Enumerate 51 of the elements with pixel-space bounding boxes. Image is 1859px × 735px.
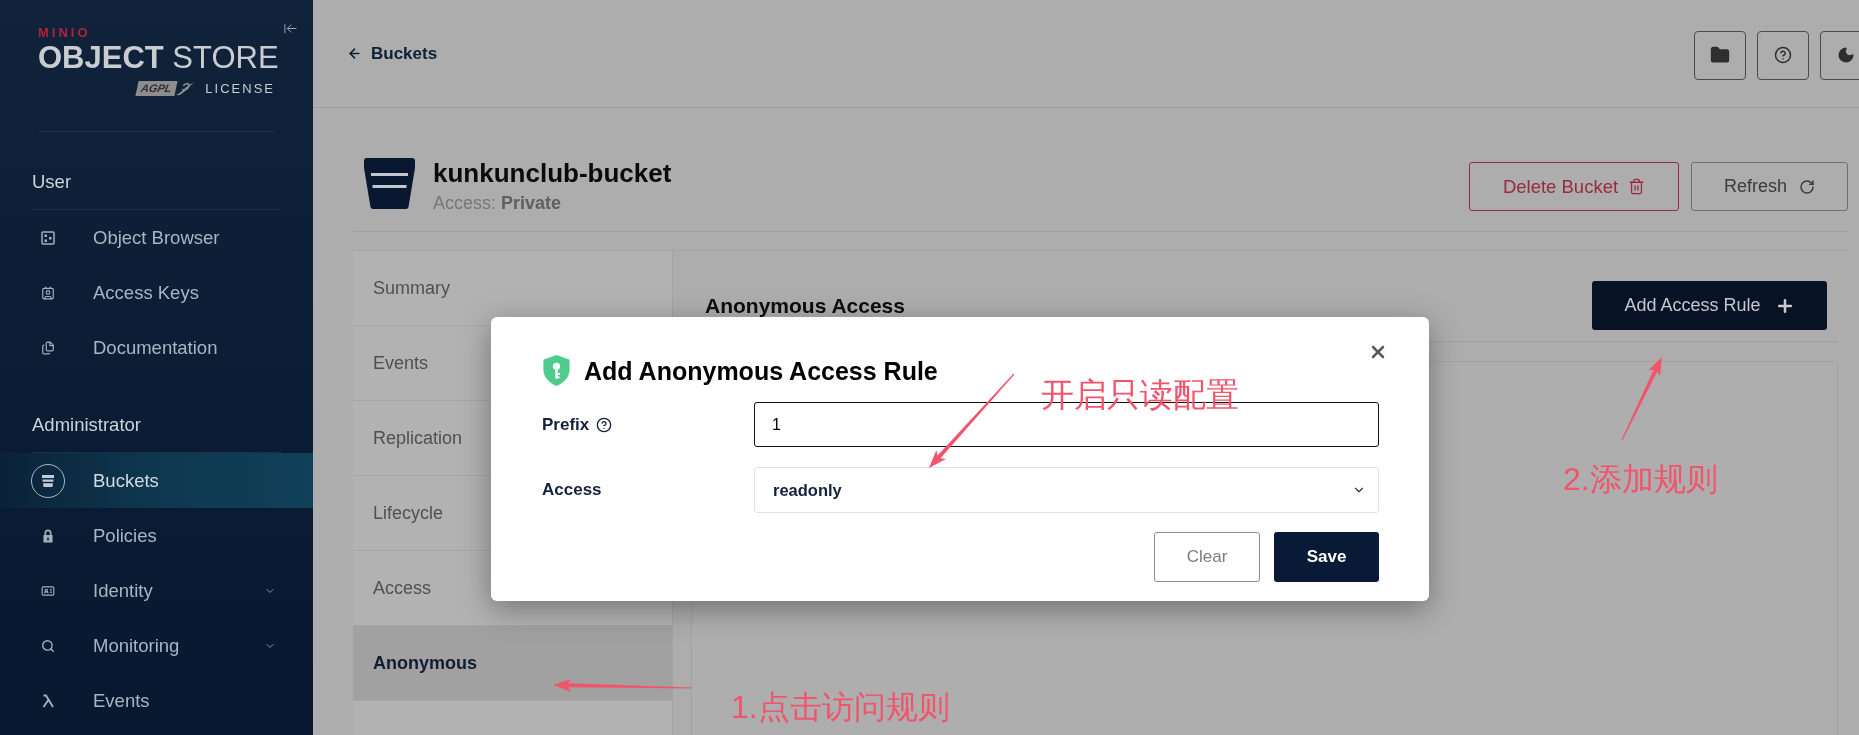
- help-button[interactable]: [1757, 30, 1809, 80]
- sidebar-item[interactable]: Identity: [0, 563, 313, 618]
- magnifier-icon: [41, 638, 55, 653]
- sidebar-item[interactable]: Access Keys: [0, 265, 313, 320]
- panel-title: Anonymous Access: [705, 292, 905, 319]
- id-card-icon: [41, 285, 55, 300]
- sidebar-item[interactable]: Buckets: [0, 453, 313, 508]
- folder-button[interactable]: [1694, 30, 1746, 80]
- grid-box-icon: [41, 230, 55, 245]
- save-button[interactable]: Save: [1274, 532, 1379, 582]
- lambda-icon: [41, 693, 55, 708]
- dialog-title: Add Anonymous Access Rule: [584, 355, 938, 386]
- access-select[interactable]: readonly: [754, 467, 1379, 513]
- swoosh-icon: [175, 81, 196, 96]
- moon-icon: [1837, 46, 1855, 64]
- clear-button[interactable]: Clear: [1154, 532, 1260, 582]
- brand-logo: MINIO: [38, 26, 91, 40]
- product-name: OBJECT STORE: [38, 43, 279, 73]
- license-label: LICENSE: [205, 81, 275, 96]
- sidebar-item[interactable]: Events: [0, 673, 313, 728]
- help-icon: [1774, 46, 1792, 64]
- back-link[interactable]: Buckets: [347, 43, 438, 64]
- field-label: Access: [542, 480, 602, 500]
- sidebar-item[interactable]: Documentation: [0, 320, 313, 375]
- shield-key-icon: [542, 355, 571, 386]
- sidebar-item[interactable]: Object Browser: [0, 210, 313, 265]
- tab[interactable]: Lifecycle: [353, 476, 460, 550]
- tab[interactable]: Replication: [353, 401, 479, 475]
- theme-button[interactable]: [1820, 30, 1859, 80]
- refresh-icon: [1799, 178, 1815, 195]
- add-access-rule-button[interactable]: Add Access Rule: [1592, 281, 1827, 330]
- refresh-button[interactable]: Refresh: [1691, 162, 1848, 211]
- folder-icon: [1710, 45, 1730, 65]
- bucket-name: kunkunclub-bucket: [433, 158, 672, 188]
- sidebar-item[interactable]: Monitoring: [0, 618, 313, 673]
- trash-icon: [1628, 178, 1646, 195]
- documents-icon: [41, 340, 55, 355]
- annotation-text: 1.点击访问规则: [731, 689, 950, 725]
- sidebar-item[interactable]: Policies: [0, 508, 313, 563]
- bucket-icon: [363, 157, 416, 210]
- field-label: Prefix: [542, 414, 590, 435]
- tab[interactable]: Anonymous: [353, 626, 672, 700]
- id-card-icon: [41, 583, 55, 598]
- section-heading: Administrator: [32, 414, 141, 436]
- tab[interactable]: Events: [353, 326, 445, 400]
- section-heading: User: [32, 171, 72, 193]
- padlock-icon: [41, 528, 55, 543]
- tab[interactable]: Summary: [353, 251, 466, 325]
- annotation-text: 2.添加规则: [1563, 461, 1718, 497]
- tab[interactable]: Access: [353, 551, 448, 625]
- collapse-icon[interactable]: [283, 21, 298, 36]
